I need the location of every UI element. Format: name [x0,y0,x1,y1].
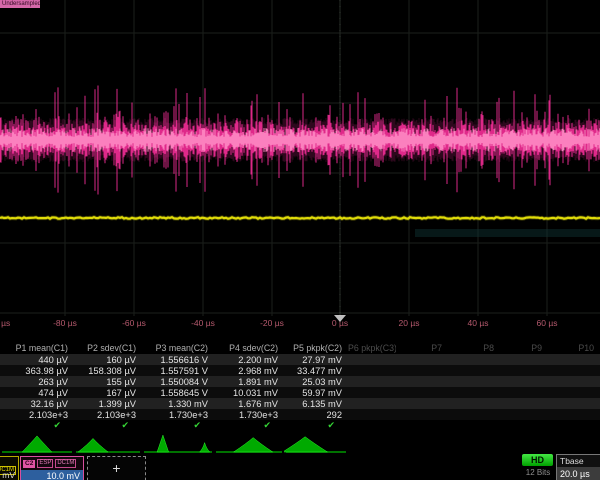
measurement-value: 59.97 mV [284,388,348,398]
measurement-value: 1.730e+3 [142,410,214,420]
timebase-descriptor[interactable]: Tbase 20.0 µs [556,454,600,480]
c2-esp-badge: ESP [37,459,53,468]
status-check-icon: ✔ [0,420,74,431]
measurement-value: 2.103e+3 [0,410,74,420]
measurement-value: 2.200 mV [214,355,284,365]
measurement-value: 27.97 mV [284,355,348,365]
param-header-p4[interactable]: P4 sdev(C2) [214,343,284,353]
measurement-value: 1.730e+3 [214,410,284,420]
time-axis-label: -40 µs [191,318,215,328]
measurement-value: 32.16 µV [0,399,74,409]
channel-descriptor-c2[interactable]: C2 ESP DC1M 10.0 mV [20,456,84,480]
measurement-value: 1.330 mV [142,399,214,409]
time-axis-label: -80 µs [53,318,77,328]
param-header-p6[interactable]: P6 pkpk(C3) [348,343,396,353]
timebase-label: Tbase [557,455,600,467]
time-axis-label: 40 µs [468,318,489,328]
measurement-value: 167 µV [74,388,142,398]
param-header-p9[interactable]: P9 [500,343,548,353]
measurement-value: 158.308 µV [74,366,142,376]
param-header-p2[interactable]: P2 sdev(C1) [74,343,142,353]
measurement-value: 2.103e+3 [74,410,142,420]
measurement-value: 263 µV [0,377,74,387]
hd-mode-badge[interactable]: HD [522,454,553,466]
time-axis-label: -100 µs [0,318,10,328]
status-check-icon: ✔ [214,420,284,431]
waveform-grid-area [0,0,600,316]
c2-channel-label: C2 [23,460,35,468]
time-axis-label: 20 µs [399,318,420,328]
measurement-value: 1.891 mV [214,377,284,387]
measurement-value: 10.031 mV [214,388,284,398]
status-check-icon: ✔ [74,420,142,431]
status-check-icon: ✔ [142,420,214,431]
measurement-value: 160 µV [74,355,142,365]
measurement-value: 474 µV [0,388,74,398]
measurement-table: P1 mean(C1)P2 sdev(C1)P3 mean(C2)P4 sdev… [0,341,600,431]
measurement-value: 1.399 µV [74,399,142,409]
param-header-p3[interactable]: P3 mean(C2) [142,343,214,353]
time-axis-label: -60 µs [122,318,146,328]
measurement-value: 25.03 mV [284,377,348,387]
hd-bits-label: 12 Bits [514,468,562,477]
time-axis-label: -20 µs [260,318,284,328]
measurement-value: 6.135 mV [284,399,348,409]
histicon-p1 [0,431,74,455]
histicon-p3 [142,431,214,455]
timebase-value: 20.0 µs [557,467,600,480]
param-header-p8[interactable]: P8 [448,343,500,353]
status-check-icon: ✔ [284,420,348,431]
param-header-p7[interactable]: P7 [396,343,448,353]
measurement-value: 1.556616 V [142,355,214,365]
measurement-value: 33.477 mV [284,366,348,376]
measurement-value: 1.557591 V [142,366,214,376]
measurement-value: 1.550084 V [142,377,214,387]
trigger-position-marker[interactable] [334,315,346,322]
undersampled-warning-badge: Undersampled [0,0,40,8]
measurement-value: 363.98 µV [0,366,74,376]
measurement-value: 1.676 mV [214,399,284,409]
histicon-p4 [214,431,284,455]
param-header-p10[interactable]: P10 [548,343,600,353]
c2-coupling-badge: DC1M [55,459,76,468]
measurement-value: 292 [284,410,348,420]
measurement-value: 2.968 mV [214,366,284,376]
oscilloscope-screen: Undersampled -100 µs -80 µs -60 µs -40 µs -2… [0,0,600,480]
measurement-value: 440 µV [0,355,74,365]
param-header-p5[interactable]: P5 pkpk(C2) [284,343,348,353]
histicon-p5 [284,431,348,455]
add-channel-button[interactable]: + [87,456,146,480]
histicon-p2 [74,431,142,455]
c2-scale-value: 10.0 mV [21,470,83,480]
measurement-value: 1.558645 V [142,388,214,398]
param-header-p1[interactable]: P1 mean(C1) [0,343,74,353]
parameter-histicons [0,431,348,455]
time-axis-label: 60 µs [537,318,558,328]
channel-descriptor-c1[interactable]: DC1M 0 mV [0,456,19,480]
measurement-value: 155 µV [74,377,142,387]
